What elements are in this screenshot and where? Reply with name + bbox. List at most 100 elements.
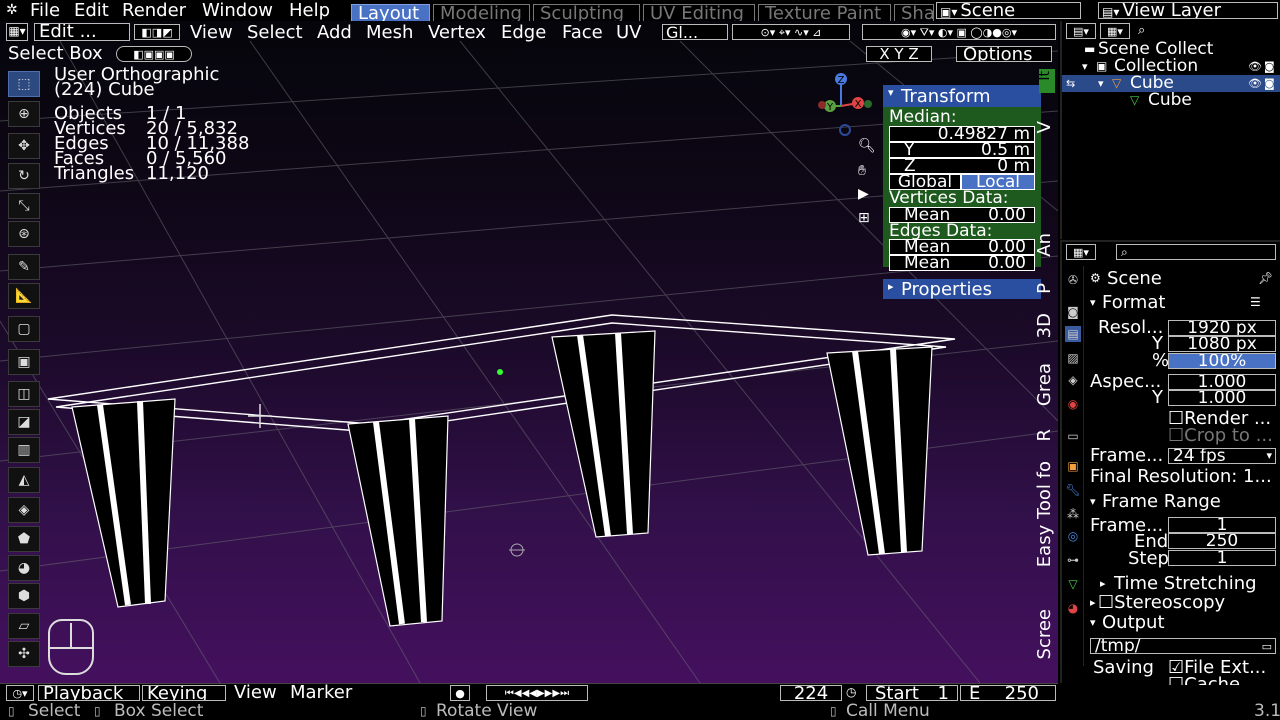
shrink-fatten-tool[interactable]: ⬢ [8, 583, 40, 609]
output-collapse-icon[interactable]: ▾ [1090, 614, 1096, 631]
vp-menu-select[interactable]: Select [247, 23, 303, 43]
transform-orientation[interactable]: Gl... [662, 24, 728, 40]
cube-expand-icon[interactable]: ▾ [1098, 75, 1104, 92]
format-header[interactable]: Format [1102, 294, 1165, 312]
inset-tool[interactable]: ◫ [8, 381, 40, 407]
material-tab-icon[interactable]: ◕ [1065, 600, 1081, 616]
move-tool[interactable]: ✥ [8, 133, 40, 159]
sidebar-tab-grea[interactable]: Grea [1034, 363, 1058, 406]
menu-edit[interactable]: Edit [74, 0, 109, 21]
median-z-field[interactable]: Z 0 m [889, 158, 1035, 174]
sidebar-tab-r[interactable]: R [1034, 429, 1058, 442]
visibility-eye-icon[interactable]: 👁︎ [1248, 58, 1262, 75]
cube-render-camera-icon[interactable]: ◙ [1264, 75, 1275, 92]
stereoscopy-checkbox[interactable]: ☐Stereoscopy [1098, 594, 1225, 612]
vp-menu-vertex[interactable]: Vertex [428, 23, 486, 43]
select-mode-buttons[interactable]: ◧◨◩ [134, 24, 180, 40]
format-collapse-icon[interactable]: ▾ [1090, 294, 1096, 311]
rip-tool[interactable]: ✣ [8, 641, 40, 667]
timeline-menu-marker[interactable]: Marker [290, 684, 352, 702]
scene-selector[interactable]: ▣▾ Scene [936, 2, 1081, 19]
menu-render[interactable]: Render [122, 0, 186, 21]
sidebar-tab-an[interactable]: An [1034, 233, 1058, 257]
poly-build-tool[interactable]: ◈ [8, 497, 40, 523]
file-ext-checkbox[interactable]: ☑File Ext... [1168, 659, 1266, 677]
grid-toggle-icon[interactable]: ⊞ [858, 210, 870, 226]
view-layer-tab-icon[interactable]: ▨ [1065, 350, 1081, 366]
annotate-tool[interactable]: ✎ [8, 254, 40, 280]
vp-menu-view[interactable]: View [190, 23, 233, 43]
timeline-menu-view[interactable]: View [234, 684, 277, 702]
render-tab-icon[interactable]: ◙ [1065, 304, 1081, 320]
playback-dropdown[interactable]: Playback [38, 685, 140, 701]
transform-tool[interactable]: ⊛ [8, 221, 40, 247]
stereoscopy-expand-icon[interactable]: ▸ [1090, 594, 1096, 611]
tab-modeling[interactable]: Modeling [433, 4, 530, 22]
editor-type-button[interactable]: ▦▾ [6, 23, 28, 41]
folder-icon[interactable]: ▭ [1262, 639, 1272, 653]
rotate-tool[interactable]: ↻ [8, 163, 40, 189]
sidebar-tab-p[interactable]: P [1034, 283, 1058, 294]
view-layer-selector[interactable]: ▤▾ View Layer [1098, 2, 1278, 19]
physics-tab-icon[interactable]: ◎ [1065, 528, 1081, 544]
sidebar-tab-screencast[interactable]: Scree [1034, 609, 1058, 659]
aspect-y-field[interactable]: 1.000 [1168, 390, 1276, 406]
end-frame-field[interactable]: E 250 [960, 685, 1056, 701]
vp-menu-uv[interactable]: UV [616, 23, 642, 43]
cache-checkbox[interactable]: ☐Cache ... [1168, 676, 1263, 685]
output-tab-icon[interactable]: ▤ [1065, 326, 1081, 342]
spin-tool[interactable]: ⬟ [8, 526, 40, 552]
tab-texture-paint[interactable]: Texture Paint [758, 4, 891, 22]
object-tab-icon[interactable]: ▣ [1065, 458, 1081, 474]
frame-range-collapse-icon[interactable]: ▾ [1090, 493, 1096, 510]
mode-selector[interactable]: Edit ... [34, 23, 130, 41]
frame-range-header[interactable]: Frame Range [1102, 493, 1221, 511]
time-stretching-expand-icon[interactable]: ▸ [1100, 575, 1106, 592]
camera-icon[interactable]: ▶︎ [858, 186, 869, 202]
tab-uv-editing[interactable]: UV Editing [643, 4, 755, 22]
output-header[interactable]: Output [1102, 614, 1165, 632]
cube-visibility-eye-icon[interactable]: 👁︎ [1248, 75, 1262, 92]
pin-icon[interactable]: 📌︎ [1258, 270, 1273, 287]
aspect-x-field[interactable]: 1.000 [1168, 374, 1276, 390]
render-camera-icon[interactable]: ◙ [1264, 58, 1275, 75]
add-cube-tool[interactable]: ▢ [8, 316, 40, 342]
measure-tool[interactable]: 📐 [8, 283, 40, 309]
tool-mode-buttons[interactable]: ◧▣▣▣ [116, 46, 192, 62]
framerate-dropdown[interactable]: 24 fps ▾ [1168, 448, 1276, 464]
frame-start-field[interactable]: 1 [1168, 517, 1276, 533]
world-tab-icon[interactable]: ◉ [1065, 396, 1081, 412]
modifier-tab-icon[interactable]: 🔧︎ [1065, 482, 1081, 498]
format-presets-icon[interactable]: ☰ [1250, 294, 1261, 311]
zoom-icon[interactable]: 🔍︎ [858, 138, 876, 154]
particles-tab-icon[interactable]: ⁂ [1065, 506, 1081, 522]
loop-cut-tool[interactable]: ▥ [8, 437, 40, 463]
cursor-tool[interactable]: ⊕ [8, 101, 40, 127]
edges-crease-field[interactable]: Mean 0.00 [889, 255, 1035, 271]
resolution-y-field[interactable]: 1080 px [1168, 336, 1276, 352]
vp-menu-edge[interactable]: Edge [501, 23, 546, 43]
pivot-snap-buttons[interactable]: ⊙▾ ⌖▾ ∿▾ ⊿ [732, 24, 850, 40]
options-dropdown[interactable]: Options [956, 46, 1052, 62]
keying-dropdown[interactable]: Keying [142, 685, 226, 701]
bevel-tool[interactable]: ◪ [8, 409, 40, 435]
axis-lock[interactable]: X Y Z [866, 46, 932, 62]
transform-panel-header[interactable]: ▾ Transform [883, 85, 1041, 107]
time-stretching-header[interactable]: Time Stretching [1114, 575, 1257, 593]
outliner-editor-type[interactable]: ▤▾ [1066, 23, 1096, 39]
smooth-tool[interactable]: ◕ [8, 555, 40, 581]
edges-mean-field[interactable]: Mean 0.00 [889, 239, 1035, 255]
data-tab-icon[interactable]: ▽ [1065, 576, 1081, 592]
properties-editor-type[interactable]: ▦▾ [1066, 244, 1096, 260]
scale-tool[interactable]: ⤡ [8, 193, 40, 219]
tab-sculpting[interactable]: Sculpting [533, 4, 640, 22]
shear-tool[interactable]: ▱ [8, 613, 40, 639]
constraints-tab-icon[interactable]: ⊶ [1065, 552, 1081, 568]
vp-menu-mesh[interactable]: Mesh [366, 23, 413, 43]
restrict-select-icon[interactable]: ⇆ [1066, 75, 1075, 92]
crop-checkbox[interactable]: ☐Crop to ... [1168, 427, 1273, 445]
scene-tab-icon[interactable]: ◈ [1065, 372, 1081, 388]
pan-hand-icon[interactable]: ✋︎ [858, 163, 866, 179]
current-frame-field[interactable]: 224 [780, 685, 842, 701]
navigation-gizmo[interactable]: Z X Y [810, 71, 880, 141]
